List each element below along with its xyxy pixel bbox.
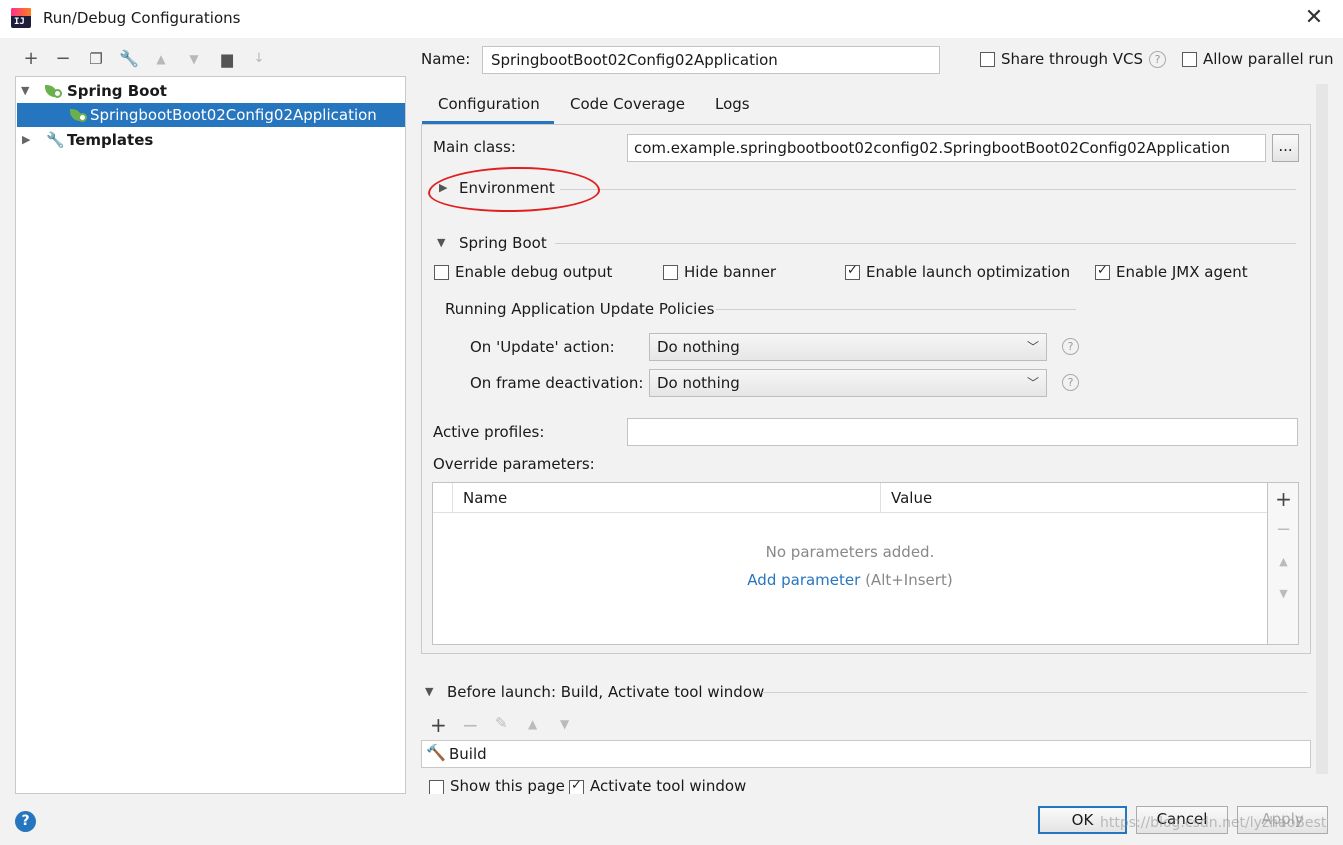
new-folder-icon[interactable]: ▆: [216, 47, 238, 71]
jmx-agent-checkbox[interactable]: [1095, 263, 1110, 280]
divider: [716, 309, 1076, 310]
add-icon[interactable]: +: [1268, 487, 1299, 511]
spring-boot-app-icon: [70, 107, 88, 123]
add-icon[interactable]: +: [20, 47, 42, 71]
spring-boot-icon: [45, 83, 63, 99]
chevron-down-icon[interactable]: ▼: [425, 685, 433, 698]
tree-item-application[interactable]: SpringbootBoot02Config02Application: [17, 103, 405, 127]
tab-configuration[interactable]: Configuration: [438, 92, 540, 124]
move-down-icon[interactable]: ▼: [183, 47, 205, 71]
activate-tool-window-label: Activate tool window: [590, 777, 747, 794]
tab-logs[interactable]: Logs: [715, 92, 750, 124]
move-down-icon[interactable]: ▼: [1268, 587, 1299, 600]
tree-item-templates[interactable]: ▶ 🔧 Templates: [17, 128, 405, 152]
policies-heading: Running Application Update Policies: [445, 300, 715, 318]
column-header-name[interactable]: Name: [463, 489, 507, 507]
on-update-value: Do nothing: [657, 338, 740, 356]
chevron-right-icon[interactable]: ▶: [22, 128, 30, 152]
move-down-icon[interactable]: ▼: [560, 717, 569, 731]
active-profiles-label: Active profiles:: [433, 423, 545, 441]
show-page-label: Show this page: [450, 777, 565, 794]
sort-icon[interactable]: ↓: [248, 47, 270, 71]
tree-item-label: Templates: [67, 131, 154, 149]
add-parameter-link[interactable]: Add parameter: [747, 571, 860, 589]
wrench-icon[interactable]: 🔧: [118, 47, 140, 71]
debug-output-checkbox[interactable]: [434, 265, 449, 280]
remove-icon[interactable]: −: [1268, 519, 1299, 540]
launch-optimization-label: Enable launch optimization: [866, 263, 1071, 281]
wrench-icon: 🔧: [46, 131, 65, 149]
remove-icon[interactable]: −: [462, 713, 479, 737]
help-button[interactable]: ?: [15, 811, 36, 832]
divider: [555, 243, 1296, 244]
share-vcs-checkbox[interactable]: [980, 52, 995, 67]
name-input[interactable]: SpringbootBoot02Config02Application: [482, 46, 940, 74]
remove-icon[interactable]: −: [52, 47, 74, 71]
before-launch-options: Show this page Activate tool window: [421, 776, 1311, 794]
chevron-down-icon[interactable]: ▼: [21, 79, 29, 103]
copy-icon[interactable]: ❐: [85, 47, 107, 71]
help-icon[interactable]: ?: [1149, 51, 1166, 68]
add-parameter-shortcut: (Alt+Insert): [865, 571, 953, 589]
hammer-icon: 🔨: [426, 743, 446, 762]
watermark: https://blog.csdn.net/lyzhaoBest: [1100, 815, 1327, 831]
build-task-label[interactable]: Build: [449, 745, 487, 763]
show-page-checkbox[interactable]: [429, 780, 444, 794]
spring-boot-section-toggle[interactable]: Spring Boot: [459, 234, 547, 252]
share-vcs-label: Share through VCS: [1001, 50, 1144, 68]
browse-button[interactable]: ...: [1272, 134, 1299, 162]
jmx-agent-label: Enable JMX agent: [1116, 263, 1248, 281]
on-frame-value: Do nothing: [657, 374, 740, 392]
configuration-tree[interactable]: ▼ Spring Boot SpringbootBoot02Config02Ap…: [15, 76, 406, 794]
move-up-icon[interactable]: ▲: [1268, 555, 1299, 568]
main-class-label: Main class:: [433, 138, 516, 156]
edit-icon[interactable]: ✎: [495, 714, 508, 732]
launch-optimization-checkbox[interactable]: [845, 263, 860, 280]
tree-item-spring-boot[interactable]: ▼ Spring Boot: [17, 79, 405, 103]
tree-item-label: SpringbootBoot02Config02Application: [90, 106, 377, 124]
divider: [762, 692, 1307, 693]
move-up-icon[interactable]: ▲: [528, 717, 537, 731]
parameters-toolbar: + − ▲ ▼: [1268, 482, 1299, 645]
table-header: Name Value: [433, 483, 1267, 513]
chevron-down-icon: ﹀: [1026, 376, 1039, 390]
tree-item-label: Spring Boot: [67, 82, 167, 100]
empty-state-text: No parameters added.: [765, 543, 935, 561]
parallel-run-label: Allow parallel run: [1203, 50, 1334, 68]
help-icon[interactable]: ?: [1062, 374, 1079, 391]
activate-tool-window-checkbox[interactable]: [569, 778, 584, 794]
tab-code-coverage[interactable]: Code Coverage: [570, 92, 685, 124]
override-parameters-label: Override parameters:: [433, 455, 595, 473]
move-up-icon[interactable]: ▲: [150, 47, 172, 71]
column-header-value[interactable]: Value: [891, 489, 932, 507]
hide-banner-label: Hide banner: [684, 263, 777, 281]
on-update-select[interactable]: Do nothing ﹀: [649, 333, 1047, 361]
chevron-down-icon: ﹀: [1026, 340, 1039, 354]
hide-banner-checkbox[interactable]: [663, 265, 678, 280]
close-icon[interactable]: ✕: [1300, 4, 1328, 32]
window-title: Run/Debug Configurations: [43, 9, 241, 27]
on-update-label: On 'Update' action:: [470, 338, 615, 356]
parallel-run-checkbox[interactable]: [1182, 52, 1197, 67]
on-frame-select[interactable]: Do nothing ﹀: [649, 369, 1047, 397]
main-class-input[interactable]: com.example.springbootboot02config02.Spr…: [627, 134, 1266, 162]
divider: [560, 189, 1296, 190]
before-launch-list[interactable]: 🔨 Build: [421, 740, 1311, 768]
before-launch-toggle[interactable]: Before launch: Build, Activate tool wind…: [447, 683, 764, 701]
help-icon[interactable]: ?: [1062, 338, 1079, 355]
add-icon[interactable]: +: [430, 713, 447, 737]
name-label: Name:: [421, 50, 471, 68]
intellij-logo-icon: IJ: [11, 8, 31, 28]
debug-output-label: Enable debug output: [455, 263, 613, 281]
on-frame-label: On frame deactivation:: [470, 374, 644, 392]
active-profiles-input[interactable]: [627, 418, 1298, 446]
scrollbar[interactable]: [1316, 84, 1328, 774]
override-parameters-table[interactable]: Name Value No parameters added. Add para…: [432, 482, 1268, 645]
chevron-down-icon[interactable]: ▼: [437, 236, 445, 249]
